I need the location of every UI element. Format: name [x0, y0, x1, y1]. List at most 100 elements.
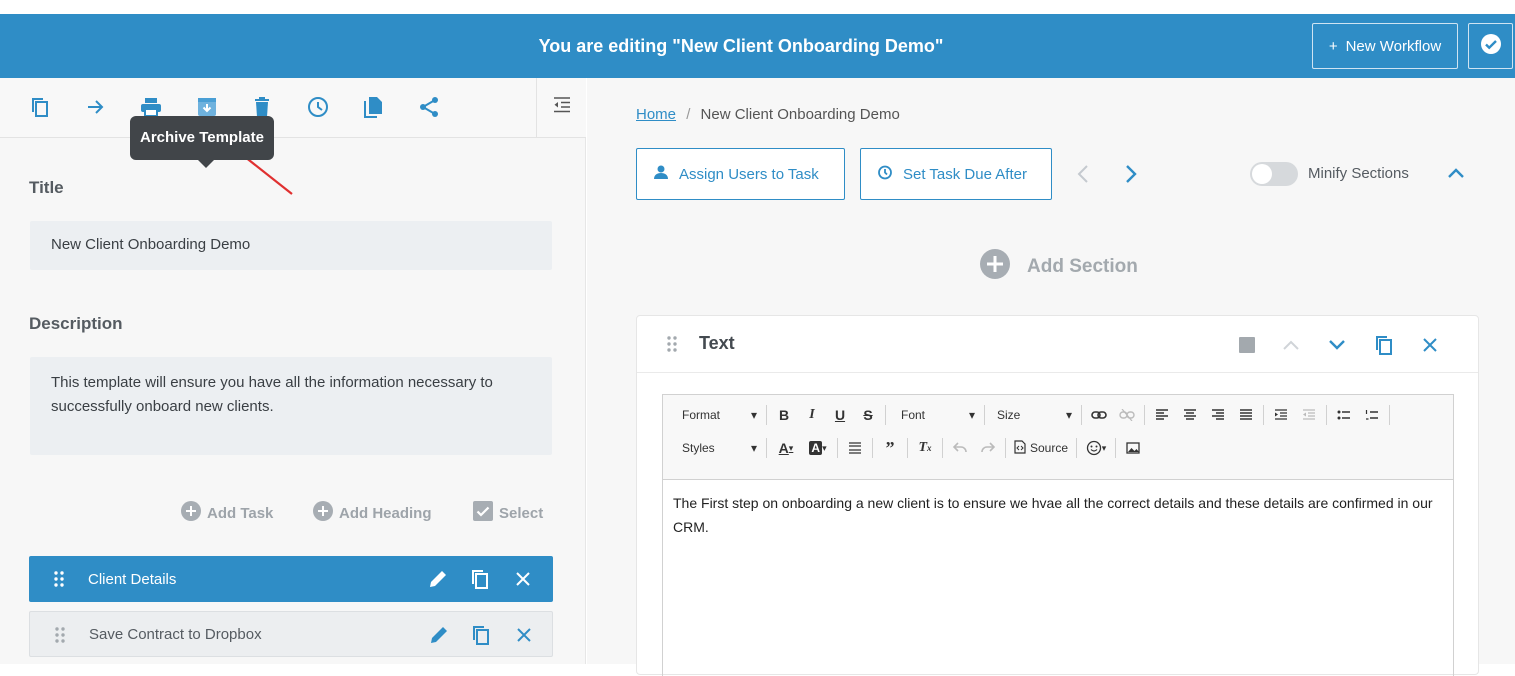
image-icon[interactable] [1119, 436, 1147, 460]
outdent-icon[interactable] [1295, 403, 1323, 427]
emoji-icon[interactable]: ▾ [1080, 436, 1112, 460]
separator [1115, 438, 1116, 458]
task-item-client-details[interactable]: Client Details [29, 556, 553, 602]
edit-icon[interactable] [427, 623, 451, 647]
font-dropdown[interactable]: Font ▾ [889, 404, 981, 426]
format-dropdown[interactable]: Format ▾ [663, 404, 763, 426]
drag-handle-icon[interactable] [48, 623, 72, 647]
remove-format-icon[interactable]: Tx [911, 436, 939, 460]
align-justify-icon[interactable] [1232, 403, 1260, 427]
section-title: Text [699, 333, 735, 353]
add-heading-button[interactable]: Add Heading [313, 501, 432, 525]
file-copy-icon[interactable] [360, 94, 386, 120]
separator [872, 438, 873, 458]
share-icon[interactable] [416, 94, 442, 120]
breadcrumb-home-link[interactable]: Home [636, 106, 676, 123]
clock-icon[interactable] [305, 94, 331, 120]
add-task-label: Add Task [207, 504, 274, 522]
minify-sections-label: Minify Sections [1308, 165, 1409, 182]
assign-users-button[interactable]: Assign Users to Task [636, 148, 845, 200]
minify-sections-toggle[interactable] [1250, 162, 1298, 186]
separator [1005, 438, 1006, 458]
redo-icon[interactable] [974, 436, 1002, 460]
chevron-right-icon[interactable] [1123, 164, 1139, 189]
user-icon [653, 164, 669, 184]
task-item-save-contract[interactable]: Save Contract to Dropbox [29, 611, 553, 657]
plus-circle-icon [181, 501, 201, 525]
drag-handle-icon[interactable] [666, 336, 678, 357]
timer-icon [877, 164, 893, 184]
check-circle-icon [1480, 33, 1502, 60]
background-color-icon[interactable]: A ▾ [802, 436, 834, 460]
header-title: You are editing "New Client Onboarding D… [538, 36, 944, 56]
collapse-panel-button[interactable] [536, 78, 586, 137]
indent-icon[interactable] [1267, 403, 1295, 427]
editing-header: You are editing "New Client Onboarding D… [0, 14, 1515, 78]
link-icon[interactable] [1085, 403, 1113, 427]
edit-icon[interactable] [426, 567, 450, 591]
close-icon[interactable] [511, 567, 535, 591]
size-dropdown[interactable]: Size ▾ [988, 404, 1078, 426]
align-center-icon[interactable] [1176, 403, 1204, 427]
outdent-icon [552, 96, 572, 119]
rich-text-editor: Format ▾ B I U S Font ▾ Size ▾ Styles ▾ … [662, 394, 1454, 676]
plus-circle-icon [313, 501, 333, 525]
dropdown-arrow-icon: ▾ [1065, 408, 1072, 422]
align-left-icon[interactable] [1148, 403, 1176, 427]
top-strip [0, 0, 1515, 14]
confirm-button[interactable] [1468, 23, 1513, 69]
numbered-list-icon[interactable] [1358, 403, 1386, 427]
undo-icon[interactable] [946, 436, 974, 460]
text-section-card: Text Format ▾ B I U S Font ▾ Size ▾ Styl… [636, 315, 1479, 676]
horizontal-line-icon[interactable] [841, 436, 869, 460]
chevron-left-icon[interactable] [1075, 164, 1091, 189]
text-color-icon[interactable]: A ▾ [770, 436, 802, 460]
separator [766, 405, 767, 425]
title-field[interactable]: New Client Onboarding Demo [30, 221, 552, 270]
arrow-right-icon[interactable] [83, 94, 109, 120]
close-icon[interactable] [1418, 333, 1442, 357]
stop-square-icon[interactable] [1235, 333, 1259, 357]
drag-handle-icon[interactable] [47, 567, 71, 591]
bold-button[interactable]: B [770, 403, 798, 427]
move-down-icon[interactable] [1325, 333, 1349, 357]
duplicate-icon[interactable] [469, 623, 493, 647]
separator [907, 438, 908, 458]
editor-toolbar: Format ▾ B I U S Font ▾ Size ▾ Styles ▾ … [663, 395, 1453, 480]
blockquote-icon[interactable]: ” [876, 436, 904, 460]
bulleted-list-icon[interactable] [1330, 403, 1358, 427]
description-field[interactable]: This template will ensure you have all t… [30, 357, 552, 455]
source-button[interactable]: Source [1009, 436, 1073, 460]
add-task-button[interactable]: Add Task [181, 501, 273, 525]
close-icon[interactable] [512, 623, 536, 647]
plus-circle-icon [979, 248, 1011, 286]
archive-template-tooltip: Archive Template [130, 116, 274, 168]
align-right-icon[interactable] [1204, 403, 1232, 427]
separator [1326, 405, 1327, 425]
move-up-icon[interactable] [1279, 333, 1303, 357]
styles-dropdown[interactable]: Styles ▾ [663, 437, 763, 459]
dropdown-arrow-icon: ▾ [750, 408, 757, 422]
description-label: Description [29, 314, 123, 333]
source-icon [1014, 439, 1026, 457]
separator [984, 405, 985, 425]
copy-icon[interactable] [27, 94, 53, 120]
italic-button[interactable]: I [798, 403, 826, 427]
separator [942, 438, 943, 458]
select-button[interactable]: Select [473, 501, 543, 525]
editor-content[interactable]: The First step on onboarding a new clien… [673, 491, 1448, 539]
strikethrough-button[interactable]: S [854, 403, 882, 427]
unlink-icon[interactable] [1113, 403, 1141, 427]
title-label: Title [29, 178, 64, 197]
underline-button[interactable]: U [826, 403, 854, 427]
editor-toolbar-row-1: Format ▾ B I U S Font ▾ Size ▾ [663, 400, 1393, 430]
separator [1076, 438, 1077, 458]
duplicate-icon[interactable] [468, 567, 492, 591]
chevron-up-icon[interactable] [1447, 166, 1465, 185]
new-workflow-button[interactable]: + New Workflow [1312, 23, 1458, 69]
duplicate-icon[interactable] [1372, 333, 1396, 357]
set-due-button[interactable]: Set Task Due After [860, 148, 1052, 200]
breadcrumb: Home / New Client Onboarding Demo [636, 106, 900, 123]
template-panel: Archive Template Title New Client Onboar… [0, 78, 586, 664]
add-section-button[interactable]: Add Section [979, 248, 1138, 286]
